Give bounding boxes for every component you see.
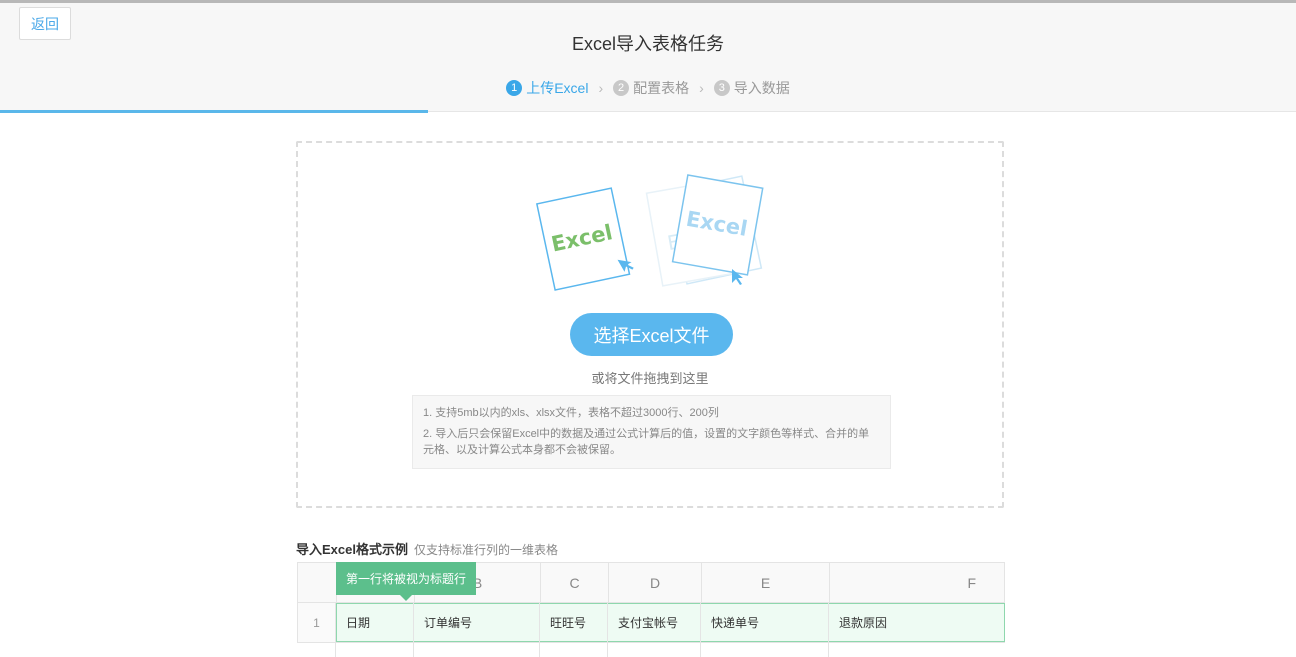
table-row xyxy=(297,642,1005,657)
step-upload-excel: 1 上传Excel xyxy=(506,78,588,98)
header-cell: 支付宝帐号 xyxy=(608,603,701,642)
upload-note-1: 1. 支持5mb以内的xls、xlsx文件，表格不超过3000行、200列 xyxy=(423,407,719,419)
step-number-3: 3 xyxy=(713,80,730,96)
column-letter: C xyxy=(541,563,609,602)
example-title-text: 导入Excel格式示例 xyxy=(296,542,408,557)
column-letter: E xyxy=(702,563,830,602)
excel-files-illustration: E Excel Excel xyxy=(536,174,764,291)
page-header: 返回 Excel导入表格任务 1 上传Excel › 2 配置表格 › 3 导入… xyxy=(0,3,1296,112)
step-number-2: 2 xyxy=(613,80,630,96)
drag-drop-hint: 或将文件拖拽到这里 xyxy=(591,371,709,386)
step-config-table: 2 配置表格 xyxy=(613,78,689,98)
corner-cell xyxy=(298,563,337,602)
upload-notes: 1. 支持5mb以内的xls、xlsx文件，表格不超过3000行、200列 2.… xyxy=(412,395,891,469)
empty-cell xyxy=(701,643,829,657)
header-cell: 订单编号 xyxy=(414,603,540,642)
header-cell: 日期 xyxy=(336,603,414,642)
chevron-right-icon: › xyxy=(699,80,704,96)
upload-note-2: 2. 导入后只会保留Excel中的数据及通过公式计算后的值，设置的文字颜色等样式… xyxy=(423,428,870,456)
excel-file-front-icon: Excel xyxy=(536,187,631,291)
row-index-empty xyxy=(297,643,336,657)
title-row-tooltip: 第一行将被视为标题行 xyxy=(336,562,476,601)
example-subtitle: 仅支持标准行列的一维表格 xyxy=(413,543,558,557)
column-letter: F xyxy=(967,574,976,591)
header-cell: 旺旺号 xyxy=(540,603,608,642)
empty-cell xyxy=(336,643,414,657)
example-section-title: 导入Excel格式示例 仅支持标准行列的一维表格 xyxy=(296,539,558,558)
header-cell: 退款原因 xyxy=(839,616,888,630)
step-indicator: 1 上传Excel › 2 配置表格 › 3 导入数据 xyxy=(0,78,1296,98)
excel-file-blue-icon: Excel xyxy=(671,174,764,276)
step-progress-bar xyxy=(0,110,428,113)
step-label-config: 配置表格 xyxy=(633,80,690,96)
file-drop-zone[interactable]: E Excel Excel 选择Excel文件 或将文件拖拽到这里 1. 支持5… xyxy=(296,141,1004,508)
empty-cell xyxy=(608,643,701,657)
empty-cell xyxy=(829,643,1005,657)
step-number-1: 1 xyxy=(506,80,523,96)
choose-excel-file-button[interactable]: 选择Excel文件 xyxy=(570,313,733,356)
empty-cell xyxy=(414,643,540,657)
header-cell: 快递单号 xyxy=(701,603,829,642)
empty-cell xyxy=(540,643,608,657)
page-title: Excel导入表格任务 xyxy=(571,34,724,54)
step-label-upload: 上传Excel xyxy=(526,80,589,96)
step-label-import: 导入数据 xyxy=(733,80,790,96)
row-index: 1 xyxy=(297,603,336,642)
step-import-data: 3 导入数据 xyxy=(713,78,790,98)
column-letter: D xyxy=(609,563,702,602)
table-row: 1 日期 订单编号 旺旺号 支付宝帐号 快递单号 退款原因 xyxy=(297,603,1005,642)
chevron-right-icon: › xyxy=(598,80,604,96)
